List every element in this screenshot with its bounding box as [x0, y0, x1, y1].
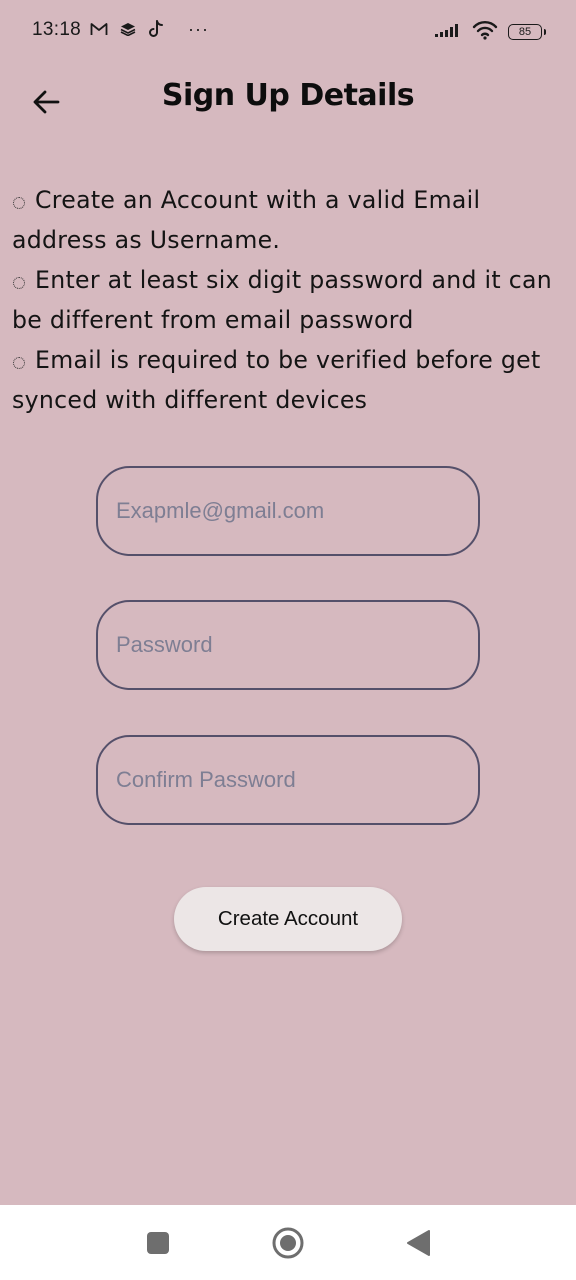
page-title: Sign Up Details [161, 78, 415, 113]
battery-level: 85 [518, 26, 532, 38]
status-system-icons: 85 [434, 20, 546, 44]
app-screen: 13:18 ··· 85 Sign Up Details Create an A… [0, 0, 576, 1205]
tiktok-icon [148, 20, 164, 38]
recents-button[interactable] [140, 1225, 176, 1261]
instruction-item: Create an Account with a valid Email add… [12, 180, 570, 260]
confirm-password-input[interactable] [98, 737, 478, 823]
instruction-item: Enter at least six digit password and it… [12, 260, 570, 340]
instruction-text: Create an Account with a valid Email add… [12, 186, 481, 254]
layers-icon [120, 22, 136, 36]
back-triangle-icon [407, 1230, 430, 1256]
confirm-password-field-container [96, 735, 480, 825]
status-bar: 13:18 ··· 85 [0, 0, 576, 62]
status-time: 13:18 [32, 19, 82, 40]
home-icon [272, 1227, 304, 1259]
password-input[interactable] [98, 602, 478, 688]
status-notification-icons: ··· [90, 20, 209, 38]
signal-icon [434, 22, 462, 42]
instruction-text: Enter at least six digit password and it… [12, 266, 553, 334]
home-button[interactable] [270, 1225, 306, 1261]
instruction-item: Email is required to be verified before … [12, 340, 570, 420]
email-field-container [96, 466, 480, 556]
instructions-list: Create an Account with a valid Email add… [12, 180, 570, 420]
password-field-container [96, 600, 480, 690]
email-input[interactable] [98, 468, 478, 554]
app-bar: Sign Up Details [0, 62, 576, 142]
nav-back-button[interactable] [400, 1225, 436, 1261]
instruction-text: Email is required to be verified before … [12, 346, 541, 414]
wifi-icon [472, 20, 498, 44]
battery-icon: 85 [508, 24, 546, 40]
gmail-icon [90, 22, 108, 36]
bullet-icon [13, 277, 25, 289]
status-overflow-dots: ··· [188, 19, 209, 39]
recents-icon [147, 1232, 169, 1254]
bullet-icon [13, 197, 25, 209]
system-nav-bar [0, 1205, 576, 1280]
create-account-button[interactable]: Create Account [174, 887, 402, 951]
bullet-icon [13, 357, 25, 369]
